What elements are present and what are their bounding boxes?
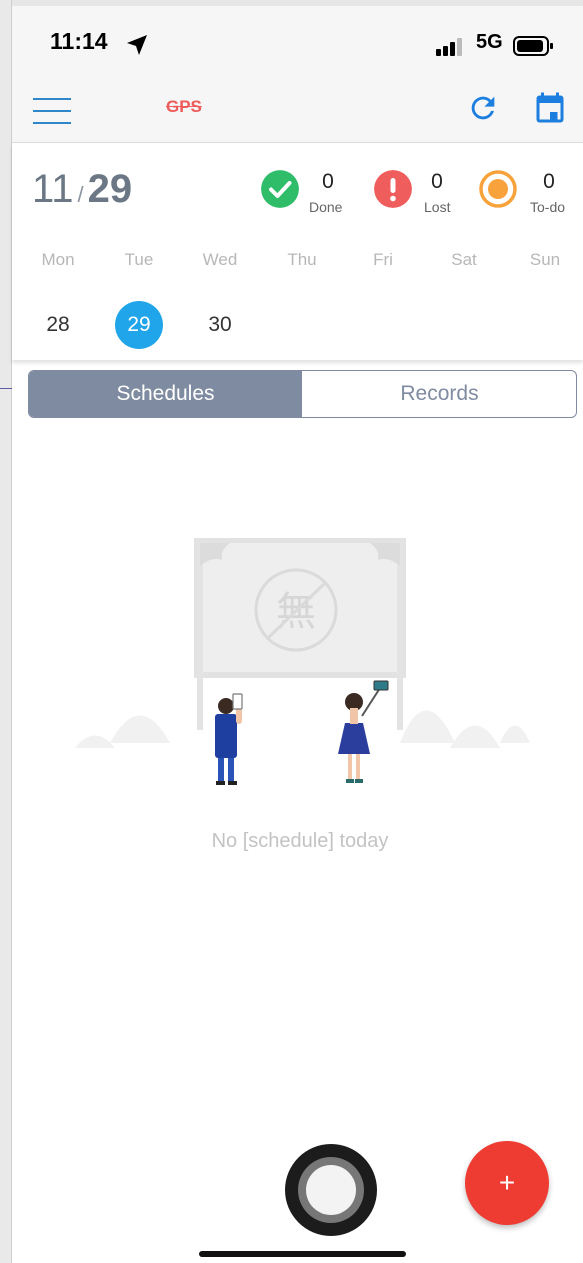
empty-state-message: No [schedule] today — [211, 830, 389, 852]
date-separator: / — [77, 182, 84, 207]
stat-done-count: 0 — [322, 170, 334, 193]
day-28[interactable]: 28 — [34, 301, 82, 349]
network-label: 5G — [476, 31, 503, 53]
stat-done-label: Done — [309, 199, 343, 215]
battery-icon — [513, 36, 553, 56]
stat-lost-label: Lost — [424, 199, 451, 215]
date-day: 29 — [87, 167, 133, 211]
stat-todo-label: To-do — [530, 199, 566, 215]
left-border — [0, 0, 12, 1263]
day-29-selected[interactable]: 29 — [115, 301, 163, 349]
weekday-row: Mon Tue Wed Thu Fri Sat Sun — [12, 250, 583, 274]
stat-todo-count: 0 — [543, 170, 555, 193]
home-indicator[interactable] — [199, 1251, 406, 1257]
weekday-sun: Sun — [529, 250, 561, 269]
stat-lost-count: 0 — [431, 170, 443, 193]
woman-figure — [338, 680, 389, 783]
weekday-tue: Tue — [124, 250, 154, 269]
date-row: 28 29 30 — [12, 301, 583, 349]
empty-state-illustration: 無 — [75, 538, 530, 785]
signal-icon — [436, 38, 462, 56]
calendar-icon[interactable] — [532, 91, 568, 127]
stat-todo: 0 To-do — [479, 168, 579, 215]
edge-mark — [0, 388, 12, 389]
hamburger-menu-icon[interactable] — [33, 98, 71, 124]
assistive-touch-button[interactable] — [285, 1144, 377, 1236]
tab-schedules[interactable]: Schedules — [29, 371, 302, 417]
date-panel: 11/29 0 Done 0 Lost 0 To-do Mon Tue Wed … — [12, 143, 583, 360]
weekday-wed: Wed — [202, 250, 238, 269]
check-circle-icon — [261, 170, 299, 208]
app-title: GPS — [166, 97, 202, 116]
exclamation-circle-icon — [374, 170, 412, 208]
weekday-thu: Thu — [287, 250, 317, 269]
target-circle-icon — [479, 170, 517, 208]
weekday-sat: Sat — [451, 250, 477, 269]
man-figure — [215, 693, 243, 785]
segmented-tabs: Schedules Records — [28, 370, 577, 418]
current-date: 11/29 — [32, 167, 132, 212]
add-schedule-button[interactable]: + — [465, 1141, 549, 1225]
stat-done: 0 Done — [261, 168, 361, 215]
status-time: 11:14 — [50, 28, 108, 54]
date-month: 11 — [32, 167, 74, 211]
weekday-fri: Fri — [373, 250, 393, 269]
tab-records[interactable]: Records — [303, 371, 576, 417]
location-arrow-icon — [127, 35, 147, 55]
app-header: GPS — [12, 80, 583, 143]
day-30[interactable]: 30 — [196, 301, 244, 349]
stat-lost: 0 Lost — [374, 168, 474, 215]
weekday-mon: Mon — [41, 250, 75, 269]
refresh-icon[interactable] — [466, 91, 500, 125]
